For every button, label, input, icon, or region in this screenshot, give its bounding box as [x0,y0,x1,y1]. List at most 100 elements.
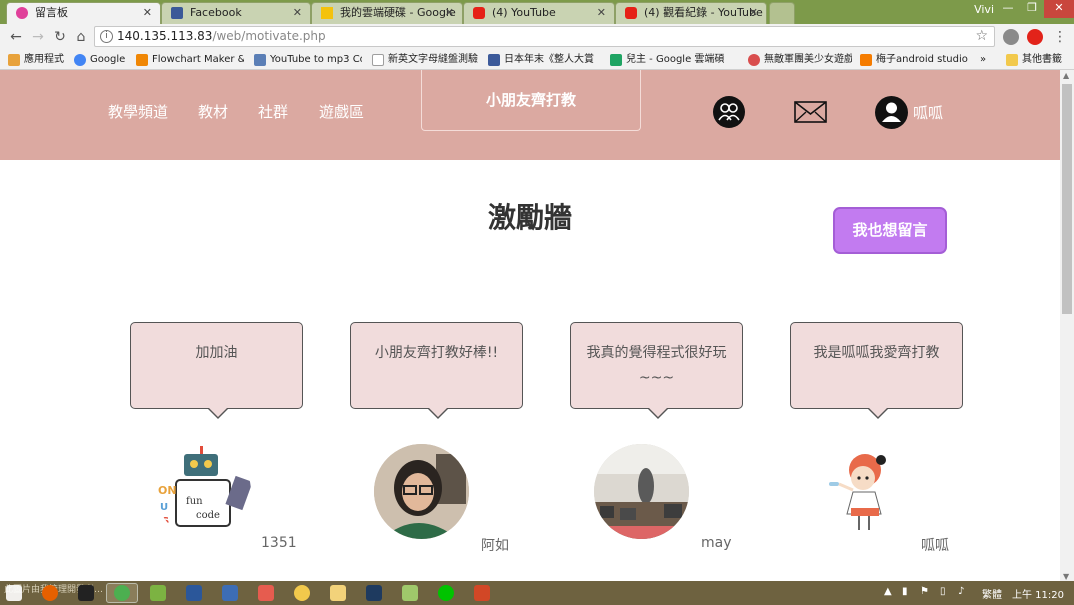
bookmark-youtube-mp3[interactable]: YouTube to mp3 Co [254,52,362,68]
nav-community[interactable]: 社群 [258,101,288,122]
powerpoint-icon[interactable] [474,585,490,601]
bookmark-label: 新英文字母縫盤測驗 [388,54,478,65]
message-text: 我真的覺得程式很好玩~~~ [586,345,727,386]
bookmark-label: 應用程式 [24,54,64,65]
info-icon[interactable]: i [100,30,113,43]
user-avatar-icon[interactable] [875,96,908,129]
close-tab-icon[interactable]: ✕ [445,3,454,23]
post-author: 呱呱 [921,538,949,554]
bookmark-flowchart[interactable]: Flowchart Maker & [136,52,244,68]
message-text: 我是呱呱我愛齊打教 [813,345,940,361]
volume-icon[interactable]: ♪ [958,586,964,597]
post-author: may [701,535,732,551]
post-author: 阿如 [481,538,509,554]
tab-google-drive[interactable]: 我的雲端硬碟 - Google ✕ [311,2,463,24]
tab-label: (4) YouTube [492,6,556,19]
cartoon-girl-avatar [815,444,910,539]
monitor-icon[interactable] [366,585,382,601]
svg-text:fun: fun [186,496,203,507]
svg-text:S: S [162,516,169,527]
tab-message-board[interactable]: 留言板 ✕ [6,2,161,24]
svg-text:ON: ON [158,484,177,497]
bookmark-game[interactable]: 無敵軍團美少女遊戲 [748,52,852,68]
nav-materials[interactable]: 教材 [198,101,228,122]
opera-extension-icon[interactable] [1027,29,1043,45]
address-bar[interactable]: i 140.135.113.83/web/motivate.php ☆ [94,26,995,47]
bookmark-google-drive[interactable]: 兒主 - Google 雲端碩 [610,52,738,68]
terminal-icon[interactable] [78,585,94,601]
bookmarks-overflow-chevron[interactable]: » [980,52,994,68]
nav-teaching-channel[interactable]: 教學頻道 [108,101,168,122]
bookmark-label: 兒主 - Google 雲端碩 [626,54,725,65]
home-icon[interactable]: ⌂ [71,27,91,47]
minimize-icon[interactable]: — [996,0,1020,18]
windows-start-icon[interactable] [6,585,22,601]
reload-icon[interactable]: ↻ [50,27,70,47]
mail-icon[interactable] [794,101,827,123]
bookmark-google[interactable]: Google [74,52,132,68]
tray-arrow-icon[interactable]: ▲ [884,586,892,597]
bookmark-label: Flowchart Maker & [152,54,244,65]
youtube-icon [473,7,485,19]
classroom-photo-icon [594,444,689,539]
close-tab-icon[interactable]: ✕ [293,3,302,23]
page-scrollbar[interactable]: ▲ ▼ [1060,70,1074,582]
media-icon[interactable] [258,585,274,601]
scroll-down-icon[interactable]: ▼ [1063,572,1069,581]
bookmark-label: 梅子android studio [876,54,968,65]
new-tab-button[interactable] [769,2,795,24]
tab-facebook[interactable]: Facebook ✕ [161,2,311,24]
profile-name[interactable]: Vivi [974,3,994,16]
nav-game-zone[interactable]: 遊戲區 [319,101,364,122]
bookmark-typing-test[interactable]: 新英文字母縫盤測驗 [372,52,482,68]
forward-arrow-icon[interactable]: → [28,27,48,47]
clock[interactable]: 上午 11:20 [1012,586,1064,601]
battery-icon[interactable]: ▯ [940,586,946,597]
youtube-icon [625,7,637,19]
close-tab-icon[interactable]: ✕ [597,3,606,23]
girl-photo-avatar [374,444,469,539]
folder-icon[interactable] [330,585,346,601]
menu-kebab-icon[interactable]: ⋮ [1050,27,1070,47]
notes-icon[interactable] [150,585,166,601]
firefox-icon[interactable] [42,585,58,601]
url-host: 140.135.113.83 [117,29,213,43]
chrome-icon[interactable] [114,585,130,601]
scroll-up-icon[interactable]: ▲ [1063,71,1069,80]
extension-icon[interactable] [1003,29,1019,45]
bubble-tail [429,408,447,417]
bookmark-label: 其他書籤 [1022,54,1062,65]
bookmarks-bar: 應用程式 Google Flowchart Maker & YouTube to… [0,50,1074,70]
tab-youtube-history[interactable]: (4) 觀看紀錄 - YouTube ✕ [615,2,767,24]
bookmark-android-studio[interactable]: 梅子android studio [860,52,972,68]
signal-icon[interactable]: ▮ [902,586,908,597]
google-drive-icon [321,7,333,19]
close-window-icon[interactable]: ✕ [1044,0,1074,18]
tab-youtube[interactable]: (4) YouTube ✕ [463,2,615,24]
restore-icon[interactable]: ❐ [1020,0,1044,18]
ime-indicator[interactable]: 繁體 [982,586,1002,601]
bookmark-prank-show[interactable]: 日本年末《整人大賞 [488,52,600,68]
close-tab-icon[interactable]: ✕ [143,3,152,23]
bookmark-apps[interactable]: 應用程式 [8,52,70,68]
line-icon[interactable] [438,585,454,601]
scrollbar-thumb[interactable] [1062,84,1072,314]
browser-toolbar: ← → ↻ ⌂ i 140.135.113.83/web/motivate.ph… [0,24,1074,50]
brand-logo[interactable]: 小朋友齊打教 [421,70,641,131]
bookmark-other[interactable]: 其他書籤 [1006,52,1068,68]
explorer-icon[interactable] [222,585,238,601]
bookmark-star-icon[interactable]: ☆ [975,27,988,46]
word-icon[interactable] [186,585,202,601]
close-tab-icon[interactable]: ✕ [749,3,758,23]
flag-icon[interactable]: ⚑ [920,586,929,597]
user-name[interactable]: 呱呱 [913,102,943,123]
community-icon[interactable] [713,96,745,128]
leave-message-button[interactable]: 我也想留言 [833,207,947,254]
tab-label: (4) 觀看紀錄 - YouTube [644,6,763,19]
post-author: 1351 [261,535,297,551]
back-arrow-icon[interactable]: ← [6,27,26,47]
tab-label: 我的雲端硬碟 - Google [340,6,456,19]
lightbulb-icon[interactable] [294,585,310,601]
photos-icon[interactable] [402,585,418,601]
tab-label: Facebook [190,6,242,19]
